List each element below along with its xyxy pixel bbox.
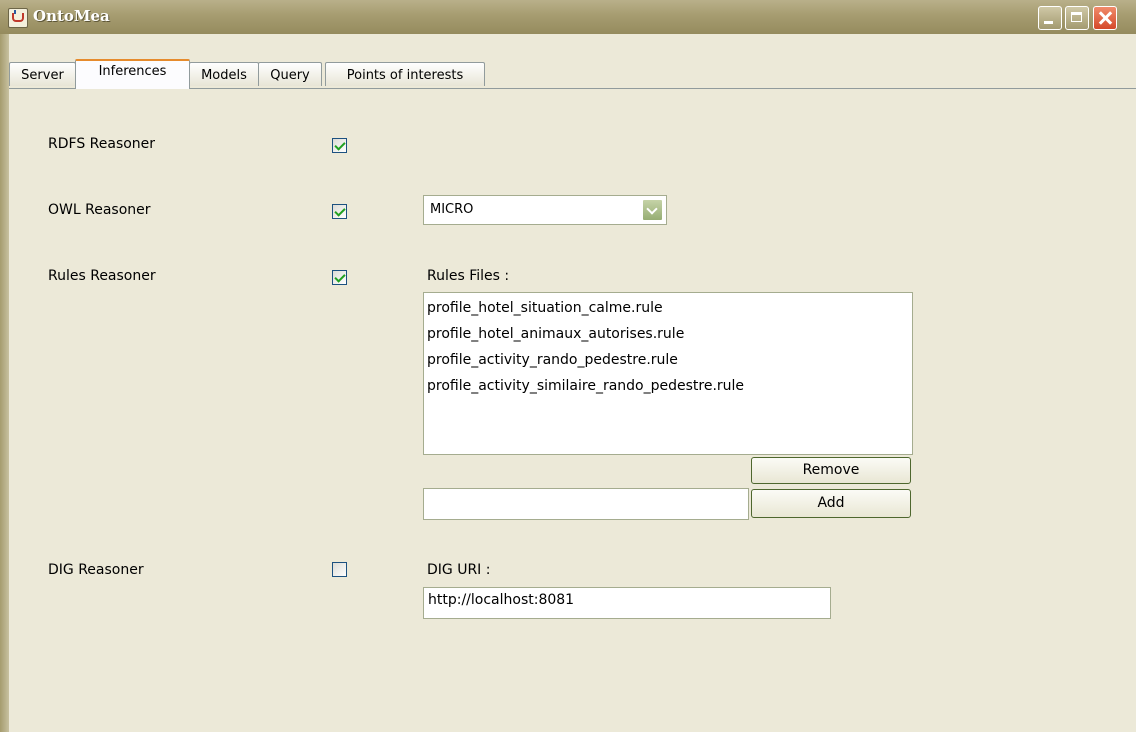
tab-inferences[interactable]: Inferences: [75, 59, 190, 89]
tab-server[interactable]: Server: [9, 62, 76, 86]
list-item[interactable]: profile_activity_similaire_rando_pedestr…: [427, 373, 912, 399]
title-bar[interactable]: OntoMea: [0, 0, 1136, 34]
rules-reasoner-checkbox[interactable]: [332, 270, 347, 285]
list-item[interactable]: profile_hotel_situation_calme.rule: [427, 295, 912, 321]
app-window: OntoMea Server Inferences Models Query P…: [0, 0, 1136, 732]
rdfs-reasoner-label: RDFS Reasoner: [48, 136, 156, 152]
maximize-button[interactable]: [1065, 6, 1089, 30]
dig-uri-label: DIG URI :: [427, 562, 491, 578]
new-rule-file-input[interactable]: [423, 488, 749, 520]
close-button[interactable]: [1093, 6, 1117, 30]
rules-reasoner-label: Rules Reasoner: [48, 268, 156, 284]
remove-rule-button[interactable]: Remove: [751, 457, 911, 484]
rules-files-label: Rules Files :: [427, 268, 510, 284]
rdfs-reasoner-checkbox[interactable]: [332, 138, 347, 153]
tab-query[interactable]: Query: [258, 62, 322, 86]
list-item[interactable]: profile_activity_rando_pedestre.rule: [427, 347, 912, 373]
tab-points-of-interests[interactable]: Points of interests: [325, 62, 485, 86]
chevron-down-icon[interactable]: [642, 199, 663, 221]
dig-uri-input[interactable]: http://localhost:8081: [423, 587, 831, 619]
owl-reasoner-checkbox[interactable]: [332, 204, 347, 219]
window-title: OntoMea: [33, 7, 110, 25]
owl-level-value: MICRO: [430, 202, 474, 217]
list-item[interactable]: profile_hotel_animaux_autorises.rule: [427, 321, 912, 347]
dig-reasoner-label: DIG Reasoner: [48, 562, 144, 578]
owl-reasoner-label: OWL Reasoner: [48, 202, 151, 218]
tab-strip: Server Inferences Models Query Points of…: [9, 34, 1136, 92]
minimize-button[interactable]: [1038, 6, 1062, 30]
java-app-icon: [8, 8, 28, 28]
owl-level-select[interactable]: MICRO: [423, 195, 667, 225]
add-rule-button[interactable]: Add: [751, 489, 911, 518]
window-left-border: [0, 34, 9, 732]
tab-models[interactable]: Models: [189, 62, 259, 86]
dig-reasoner-checkbox[interactable]: [332, 562, 347, 577]
rules-files-list[interactable]: profile_hotel_situation_calme.rule profi…: [423, 292, 913, 455]
